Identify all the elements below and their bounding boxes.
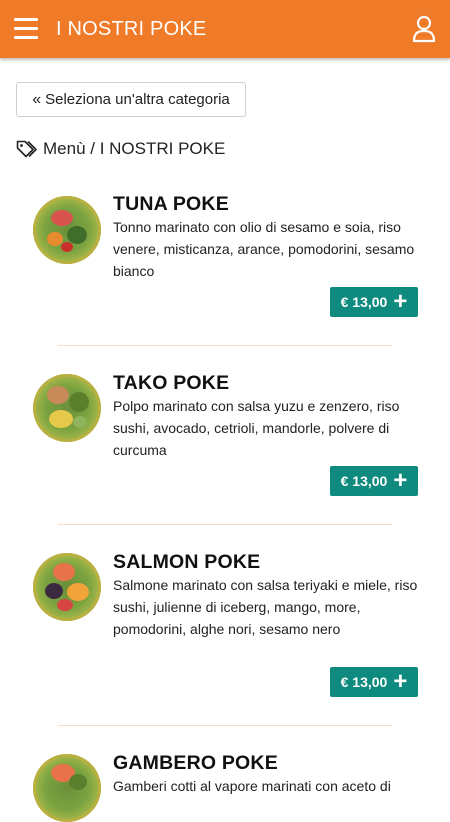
item-price: € 13,00 — [340, 473, 388, 489]
tags-icon — [16, 140, 37, 158]
divider — [58, 345, 392, 346]
breadcrumb-text: Menù / I NOSTRI POKE — [43, 139, 226, 158]
item-description: Tonno marinato con olio di sesamo e soia… — [113, 219, 415, 279]
dish-image — [33, 374, 101, 442]
user-icon[interactable] — [412, 15, 436, 43]
item-price: € 13,00 — [340, 294, 388, 310]
add-to-cart-button[interactable]: € 13,00 + — [330, 466, 418, 496]
item-name: GAMBERO POKE — [113, 752, 278, 774]
item-price: € 13,00 — [340, 674, 388, 690]
select-other-category-button[interactable]: « Seleziona un'altra categoria — [16, 82, 246, 117]
item-name: TAKO POKE — [113, 372, 230, 394]
plus-icon: + — [393, 467, 408, 494]
page-title: I NOSTRI POKE — [56, 18, 207, 40]
double-chevron-left-icon: « — [32, 90, 42, 108]
item-name: SALMON POKE — [113, 551, 261, 573]
item-description: Salmone marinato con salsa teriyaki e mi… — [113, 577, 418, 637]
hamburger-menu-icon[interactable] — [14, 18, 38, 40]
plus-icon: + — [393, 668, 408, 695]
add-to-cart-button[interactable]: € 13,00 + — [330, 287, 418, 317]
dish-image — [33, 196, 101, 264]
divider — [58, 725, 392, 726]
divider — [58, 524, 392, 525]
dish-image — [33, 754, 101, 822]
top-app-bar: I NOSTRI POKE — [0, 0, 450, 58]
select-other-category-label: Seleziona un'altra categoria — [45, 91, 230, 108]
plus-icon: + — [393, 288, 408, 315]
add-to-cart-button[interactable]: € 13,00 + — [330, 667, 418, 697]
item-description: Polpo marinato con salsa yuzu e zenzero,… — [113, 398, 400, 458]
breadcrumb: Menù / I NOSTRI POKE — [16, 138, 225, 160]
dish-image — [33, 553, 101, 621]
item-name: TUNA POKE — [113, 193, 229, 215]
item-description: Gamberi cotti al vapore marinati con ace… — [113, 778, 391, 794]
